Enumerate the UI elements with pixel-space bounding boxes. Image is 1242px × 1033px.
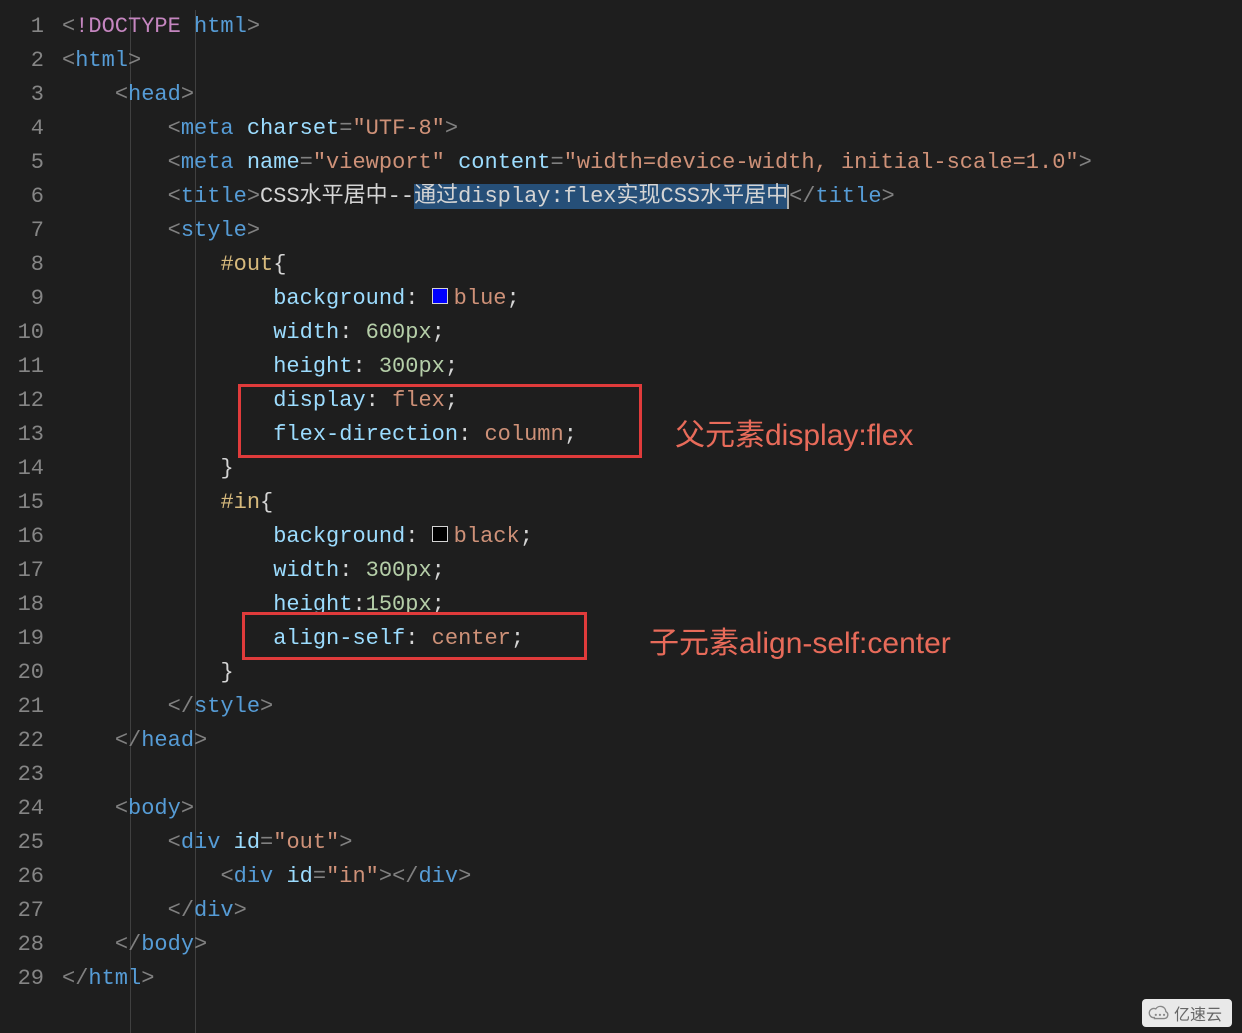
line-number: 18 xyxy=(0,588,44,622)
selected-text: 通过display:flex实现CSS水平居中 xyxy=(414,184,788,209)
line-number: 28 xyxy=(0,928,44,962)
color-swatch-blue xyxy=(432,288,448,304)
annotation-text-child: 子元素align-self:center xyxy=(649,618,951,662)
line-number: 9 xyxy=(0,282,44,316)
line-number: 16 xyxy=(0,520,44,554)
code-line[interactable]: <head> xyxy=(62,78,1242,112)
line-number: 8 xyxy=(0,248,44,282)
code-line[interactable]: background: black; xyxy=(62,520,1242,554)
line-number: 22 xyxy=(0,724,44,758)
code-line[interactable]: <title>CSS水平居中--通过display:flex实现CSS水平居中<… xyxy=(62,180,1242,214)
code-area[interactable]: <!DOCTYPE html> <html> <head> <meta char… xyxy=(62,10,1242,1033)
code-line[interactable]: </html> xyxy=(62,962,1242,996)
code-line[interactable]: height:150px; xyxy=(62,588,1242,622)
code-line[interactable]: } xyxy=(62,452,1242,486)
line-number: 27 xyxy=(0,894,44,928)
code-line[interactable]: </style> xyxy=(62,690,1242,724)
line-number: 14 xyxy=(0,452,44,486)
code-line[interactable]: <div id="out"> xyxy=(62,826,1242,860)
code-editor[interactable]: 1234567891011121314151617181920212223242… xyxy=(0,0,1242,1033)
code-line[interactable]: <meta name="viewport" content="width=dev… xyxy=(62,146,1242,180)
color-swatch-black xyxy=(432,526,448,542)
line-number: 20 xyxy=(0,656,44,690)
code-line[interactable]: background: blue; xyxy=(62,282,1242,316)
line-number: 5 xyxy=(0,146,44,180)
line-number: 17 xyxy=(0,554,44,588)
line-number: 25 xyxy=(0,826,44,860)
code-line[interactable]: </body> xyxy=(62,928,1242,962)
line-number: 21 xyxy=(0,690,44,724)
code-line[interactable]: <!DOCTYPE html> xyxy=(62,10,1242,44)
line-number: 6 xyxy=(0,180,44,214)
line-number: 24 xyxy=(0,792,44,826)
line-number: 13 xyxy=(0,418,44,452)
code-line[interactable]: height: 300px; xyxy=(62,350,1242,384)
line-number: 26 xyxy=(0,860,44,894)
line-number: 7 xyxy=(0,214,44,248)
code-line[interactable]: </div> xyxy=(62,894,1242,928)
code-line[interactable]: width: 600px; xyxy=(62,316,1242,350)
line-number: 11 xyxy=(0,350,44,384)
code-line[interactable]: width: 300px; xyxy=(62,554,1242,588)
line-number: 2 xyxy=(0,44,44,78)
line-number: 19 xyxy=(0,622,44,656)
code-line[interactable]: </head> xyxy=(62,724,1242,758)
code-line[interactable]: <body> xyxy=(62,792,1242,826)
line-number: 1 xyxy=(0,10,44,44)
code-line[interactable]: #out{ xyxy=(62,248,1242,282)
code-line[interactable]: display: flex; xyxy=(62,384,1242,418)
line-number: 10 xyxy=(0,316,44,350)
cloud-icon xyxy=(1148,1004,1170,1022)
code-line[interactable]: <div id="in"></div> xyxy=(62,860,1242,894)
line-number: 23 xyxy=(0,758,44,792)
line-number: 29 xyxy=(0,962,44,996)
code-line[interactable]: flex-direction: column; xyxy=(62,418,1242,452)
line-number-gutter: 1234567891011121314151617181920212223242… xyxy=(0,10,62,1033)
watermark-text: 亿速云 xyxy=(1174,1001,1222,1025)
code-line[interactable]: <html> xyxy=(62,44,1242,78)
watermark: 亿速云 xyxy=(1142,999,1232,1027)
code-line[interactable]: <style> xyxy=(62,214,1242,248)
annotation-text-parent: 父元素display:flex xyxy=(675,410,913,454)
code-line[interactable] xyxy=(62,758,1242,792)
line-number: 4 xyxy=(0,112,44,146)
code-line[interactable]: <meta charset="UTF-8"> xyxy=(62,112,1242,146)
line-number: 3 xyxy=(0,78,44,112)
line-number: 12 xyxy=(0,384,44,418)
line-number: 15 xyxy=(0,486,44,520)
code-line[interactable]: #in{ xyxy=(62,486,1242,520)
